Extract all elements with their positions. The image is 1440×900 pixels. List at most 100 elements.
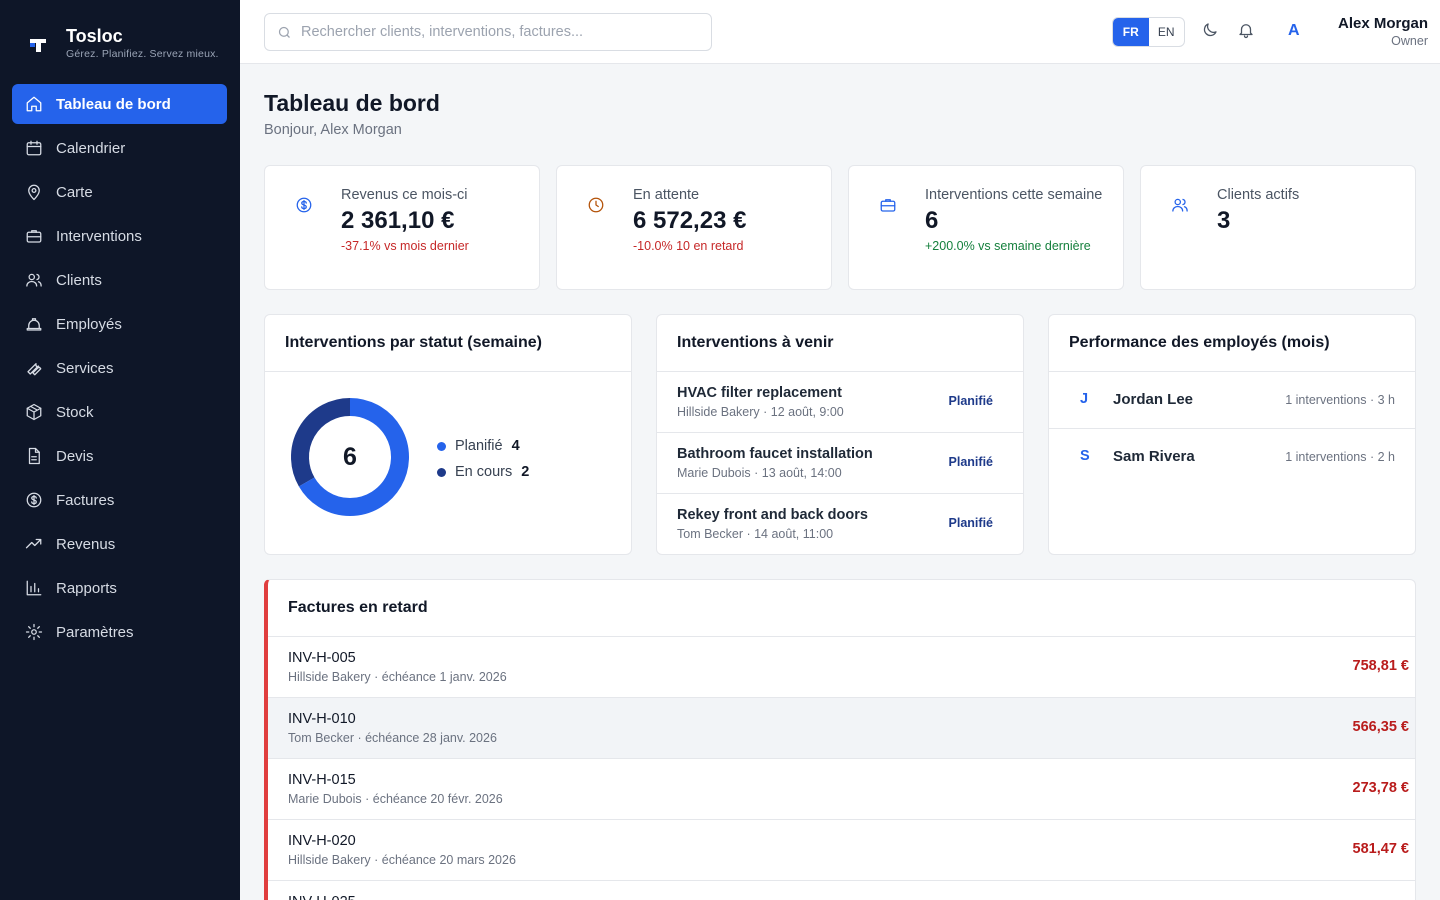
legend-item: En cours 2: [437, 459, 529, 485]
list-item[interactable]: S Sam Rivera 1 interventions · 2 h: [1049, 429, 1415, 486]
sidebar-item-invoices[interactable]: Factures: [12, 480, 227, 520]
sidebar-item-interventions[interactable]: Interventions: [12, 216, 227, 256]
sidebar-item-settings[interactable]: Paramètres: [12, 612, 227, 652]
brand-tagline: Gérez. Planifiez. Servez mieux.: [66, 48, 219, 60]
search-box[interactable]: [264, 13, 712, 51]
table-row[interactable]: INV-H-010 Tom Becker · échéance 28 janv.…: [268, 698, 1415, 759]
search-input[interactable]: [301, 24, 701, 40]
avatar: S: [1080, 448, 1090, 464]
dollar-circle-icon: [24, 490, 44, 510]
invoice-id: INV-H-025: [288, 894, 356, 900]
upcoming-card: Interventions à venir HVAC filter replac…: [656, 314, 1024, 555]
language-switcher: FR EN: [1112, 17, 1185, 47]
stat-value: 3: [1217, 207, 1231, 234]
home-icon: [24, 94, 44, 114]
intervention-title: Rekey front and back doors: [677, 507, 868, 523]
user-menu[interactable]: Alex Morgan Owner: [1338, 15, 1428, 48]
dark-mode-toggle[interactable]: [1201, 21, 1221, 41]
invoice-id: INV-H-020: [288, 833, 356, 849]
donut-total: 6: [343, 443, 357, 471]
table-row[interactable]: INV-H-020 Hillside Bakery · échéance 20 …: [268, 820, 1415, 881]
briefcase-icon: [24, 226, 44, 246]
lang-fr-button[interactable]: FR: [1113, 18, 1149, 46]
list-item[interactable]: HVAC filter replacement Hillside Bakery …: [657, 372, 1023, 433]
invoice-meta: Marie Dubois · échéance 20 févr. 2026: [288, 792, 503, 806]
list-item[interactable]: Bathroom faucet installation Marie Duboi…: [657, 433, 1023, 494]
users-icon: [1171, 196, 1191, 216]
sidebar-item-dashboard[interactable]: Tableau de bord: [12, 84, 227, 124]
file-text-icon: [24, 446, 44, 466]
status-badge: Planifié: [948, 516, 993, 530]
employee-name: Jordan Lee: [1113, 391, 1194, 408]
brand-logo-icon: [26, 31, 50, 55]
notifications-button[interactable]: [1237, 21, 1257, 41]
sidebar-item-map[interactable]: Carte: [12, 172, 227, 212]
invoice-meta: Hillside Bakery · échéance 1 janv. 2026: [288, 670, 507, 684]
sidebar-nav: Tableau de bord Calendrier Carte Interve…: [12, 84, 227, 656]
stat-value: 6: [925, 207, 939, 234]
stat-value: 6 572,23 €: [633, 207, 747, 234]
table-row[interactable]: INV-H-025: [268, 881, 1415, 900]
status-badge: Planifié: [948, 394, 993, 408]
package-icon: [24, 402, 44, 422]
list-item[interactable]: Rekey front and back doors Tom Becker · …: [657, 494, 1023, 554]
table-row[interactable]: INV-H-015 Marie Dubois · échéance 20 fév…: [268, 759, 1415, 820]
performance-card: Performance des employés (mois) J Jordan…: [1048, 314, 1416, 555]
moon-icon: [1203, 23, 1217, 37]
chart-legend: Planifié 4 En cours 2: [437, 433, 529, 485]
employee-meta: 1 interventions · 3 h: [1285, 393, 1395, 407]
search-icon: [278, 26, 290, 38]
card-title: Interventions à venir: [657, 315, 1023, 372]
stat-delta: -10.0% 10 en retard: [633, 239, 744, 253]
intervention-meta: Hillside Bakery · 12 août, 9:00: [677, 405, 844, 419]
sidebar-item-label: Tableau de bord: [56, 95, 171, 113]
intervention-meta: Marie Dubois · 13 août, 14:00: [677, 466, 842, 480]
sidebar-item-reports[interactable]: Rapports: [12, 568, 227, 608]
calendar-icon: [24, 138, 44, 158]
page-title: Tableau de bord: [264, 90, 440, 116]
sidebar-item-employees[interactable]: Employés: [12, 304, 227, 344]
stat-label: Revenus ce mois-ci: [341, 187, 468, 203]
sidebar-item-stock[interactable]: Stock: [12, 392, 227, 432]
invoice-amount: 758,81 €: [1352, 658, 1409, 674]
stat-card-clients[interactable]: Clients actifs 3: [1140, 165, 1416, 290]
sidebar-item-quotes[interactable]: Devis: [12, 436, 227, 476]
avatar: J: [1080, 391, 1089, 407]
stat-card-interventions[interactable]: Interventions cette semaine 6 +200.0% vs…: [848, 165, 1124, 290]
list-item[interactable]: J Jordan Lee 1 interventions · 3 h: [1049, 372, 1415, 429]
sidebar-item-label: Rapports: [56, 579, 117, 597]
brand[interactable]: Tosloc Gérez. Planifiez. Servez mieux.: [26, 26, 219, 60]
avatar[interactable]: A: [1288, 22, 1300, 40]
clock-icon: [587, 196, 607, 216]
sidebar-item-clients[interactable]: Clients: [12, 260, 227, 300]
intervention-meta: Tom Becker · 14 août, 11:00: [677, 527, 834, 541]
sidebar-item-label: Factures: [56, 491, 115, 509]
lang-en-button[interactable]: EN: [1149, 18, 1185, 46]
hard-hat-icon: [24, 314, 44, 334]
legend-dot: [437, 467, 446, 477]
sidebar-item-label: Employés: [56, 315, 122, 333]
sidebar-item-label: Interventions: [56, 227, 142, 245]
card-title: Performance des employés (mois): [1049, 315, 1415, 372]
sidebar-item-revenue[interactable]: Revenus: [12, 524, 227, 564]
legend-count: 2: [521, 464, 530, 480]
legend-dot: [437, 441, 446, 451]
sidebar-item-label: Revenus: [56, 535, 116, 553]
stat-label: En attente: [633, 187, 700, 203]
sidebar-item-calendar[interactable]: Calendrier: [12, 128, 227, 168]
legend-count: 4: [511, 438, 520, 454]
stat-card-pending[interactable]: En attente 6 572,23 € -10.0% 10 en retar…: [556, 165, 832, 290]
invoice-amount: 273,78 €: [1352, 780, 1409, 796]
employee-name: Sam Rivera: [1113, 448, 1195, 465]
stat-card-revenue[interactable]: Revenus ce mois-ci 2 361,10 € -37.1% vs …: [264, 165, 540, 290]
legend-label: Planifié: [455, 438, 503, 454]
sidebar-item-label: Clients: [56, 271, 102, 289]
stat-delta: +200.0% vs semaine dernière: [925, 239, 1091, 253]
bar-chart-icon: [24, 578, 44, 598]
brand-name: Tosloc: [66, 26, 123, 46]
page-subtitle: Bonjour, Alex Morgan: [264, 122, 402, 138]
sidebar-item-services[interactable]: Services: [12, 348, 227, 388]
sidebar-item-label: Carte: [56, 183, 93, 201]
invoice-amount: 581,47 €: [1352, 841, 1409, 857]
table-row[interactable]: INV-H-005 Hillside Bakery · échéance 1 j…: [268, 637, 1415, 698]
